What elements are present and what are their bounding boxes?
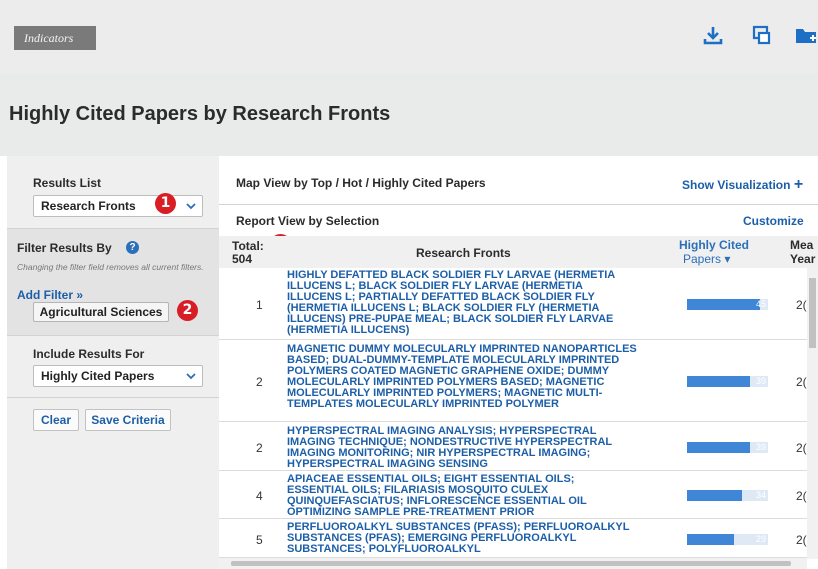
scroll-thumb[interactable]	[809, 278, 816, 348]
add-filter-link[interactable]: Add Filter »	[17, 288, 83, 302]
mean-year: 2(	[796, 489, 807, 503]
page-title: Highly Cited Papers by Research Fronts	[9, 103, 391, 125]
chevron-down-icon	[186, 373, 196, 380]
citation-count: 39	[755, 376, 766, 386]
research-front-link[interactable]: HYPERSPECTRAL IMAGING ANALYSIS; HYPERSPE…	[287, 426, 637, 470]
horizontal-scrollbar[interactable]	[219, 558, 807, 569]
column-highly-cited-papers[interactable]: Highly Cited	[679, 238, 749, 252]
citation-bar-fill	[687, 490, 743, 501]
results-list-heading: Results List	[33, 176, 102, 190]
mean-year: 2(	[796, 441, 807, 455]
row-rank: 5	[256, 533, 263, 547]
mean-year: 2(	[796, 533, 807, 547]
citation-bar: 34	[687, 490, 768, 501]
research-front-link[interactable]: MAGNETIC DUMMY MOLECULARLY IMPRINTED NAN…	[287, 344, 637, 410]
citation-count: 34	[755, 490, 766, 500]
citation-bar: 39	[687, 376, 768, 387]
citation-count: 45	[755, 299, 766, 309]
table-row: 5 PERFLUOROALKYL SUBSTANCES (PFASS); PERF…	[219, 519, 807, 558]
citation-count: 39	[755, 442, 766, 452]
add-folder-icon[interactable]	[794, 24, 818, 46]
help-icon[interactable]: ?	[126, 241, 139, 254]
table-row: 2 HYPERSPECTRAL IMAGING ANALYSIS; HYPERSP…	[219, 422, 807, 471]
filter-note: Changing the filter field removes all cu…	[17, 262, 204, 272]
results-list-select[interactable]: Research Fronts	[33, 195, 203, 217]
include-value: Highly Cited Papers	[41, 369, 155, 383]
citation-bar-fill	[687, 534, 734, 545]
mean-year: 2(	[796, 375, 807, 389]
total-label: Total:	[232, 239, 264, 253]
chevron-down-icon	[186, 203, 196, 210]
callout-badge-2: 2	[177, 300, 198, 321]
scroll-thumb[interactable]	[231, 561, 791, 566]
row-rank: 2	[256, 375, 263, 389]
citation-bar: 29	[687, 534, 768, 545]
results-list-section	[7, 156, 219, 228]
show-visualization-link[interactable]: Show Visualization +	[682, 176, 803, 194]
citation-bar-fill	[687, 442, 751, 453]
citation-bar-fill	[687, 299, 760, 310]
table-row: 1 HIGHLY DEFATTED BLACK SOLDIER FLY LARVA…	[219, 268, 807, 340]
total-value: 504	[232, 252, 253, 266]
divider	[7, 228, 219, 229]
column-mean-year-line2: Year	[790, 252, 816, 266]
divider	[7, 335, 219, 336]
citation-bar-fill	[687, 376, 751, 387]
citation-bar: 39	[687, 442, 768, 453]
column-mean-year[interactable]: Mea	[790, 238, 813, 252]
row-rank: 4	[256, 489, 263, 503]
row-rank: 1	[256, 298, 263, 312]
include-select[interactable]: Highly Cited Papers	[33, 365, 203, 387]
report-view-label: Report View by Selection	[236, 214, 380, 228]
divider	[7, 397, 219, 398]
table-row: 4 APIACEAE ESSENTIAL OILS; EIGHT ESSENTIA…	[219, 471, 807, 519]
research-front-link[interactable]: APIACEAE ESSENTIAL OILS; EIGHT ESSENTIAL…	[287, 474, 637, 518]
vertical-scrollbar[interactable]	[807, 268, 818, 559]
show-visualization-label: Show Visualization	[682, 178, 791, 192]
mean-year: 2(	[796, 298, 807, 312]
include-heading: Include Results For	[33, 347, 145, 361]
save-criteria-button[interactable]: Save Criteria	[85, 409, 171, 431]
column-research-fronts[interactable]: Research Fronts	[416, 246, 511, 260]
print-icon[interactable]	[751, 24, 773, 46]
row-rank: 2	[256, 441, 263, 455]
top-toolbar	[0, 0, 818, 74]
filter-heading: Filter Results By	[17, 241, 112, 255]
download-icon[interactable]	[702, 24, 724, 46]
table-row: 2 MAGNETIC DUMMY MOLECULARLY IMPRINTED NA…	[219, 340, 807, 422]
citation-bar: 45	[687, 299, 768, 310]
plus-icon: +	[793, 176, 804, 193]
sort-label[interactable]: Papers ▾	[683, 252, 730, 266]
citation-count: 29	[755, 534, 766, 544]
filter-chip-agricultural-sciences[interactable]: Agricultural Sciences	[33, 302, 169, 322]
customize-link[interactable]: Customize	[743, 214, 804, 228]
clear-button[interactable]: Clear	[33, 409, 79, 431]
divider	[219, 204, 818, 205]
map-view-label: Map View by Top / Hot / Highly Cited Pap…	[236, 176, 486, 190]
indicators-button[interactable]: Indicators	[14, 26, 96, 50]
research-front-link[interactable]: PERFLUOROALKYL SUBSTANCES (PFASS); PERFL…	[287, 522, 637, 555]
callout-badge-1: 1	[155, 193, 176, 214]
results-list-value: Research Fronts	[41, 199, 136, 213]
research-front-link[interactable]: HIGHLY DEFATTED BLACK SOLDIER FLY LARVAE…	[287, 270, 637, 336]
